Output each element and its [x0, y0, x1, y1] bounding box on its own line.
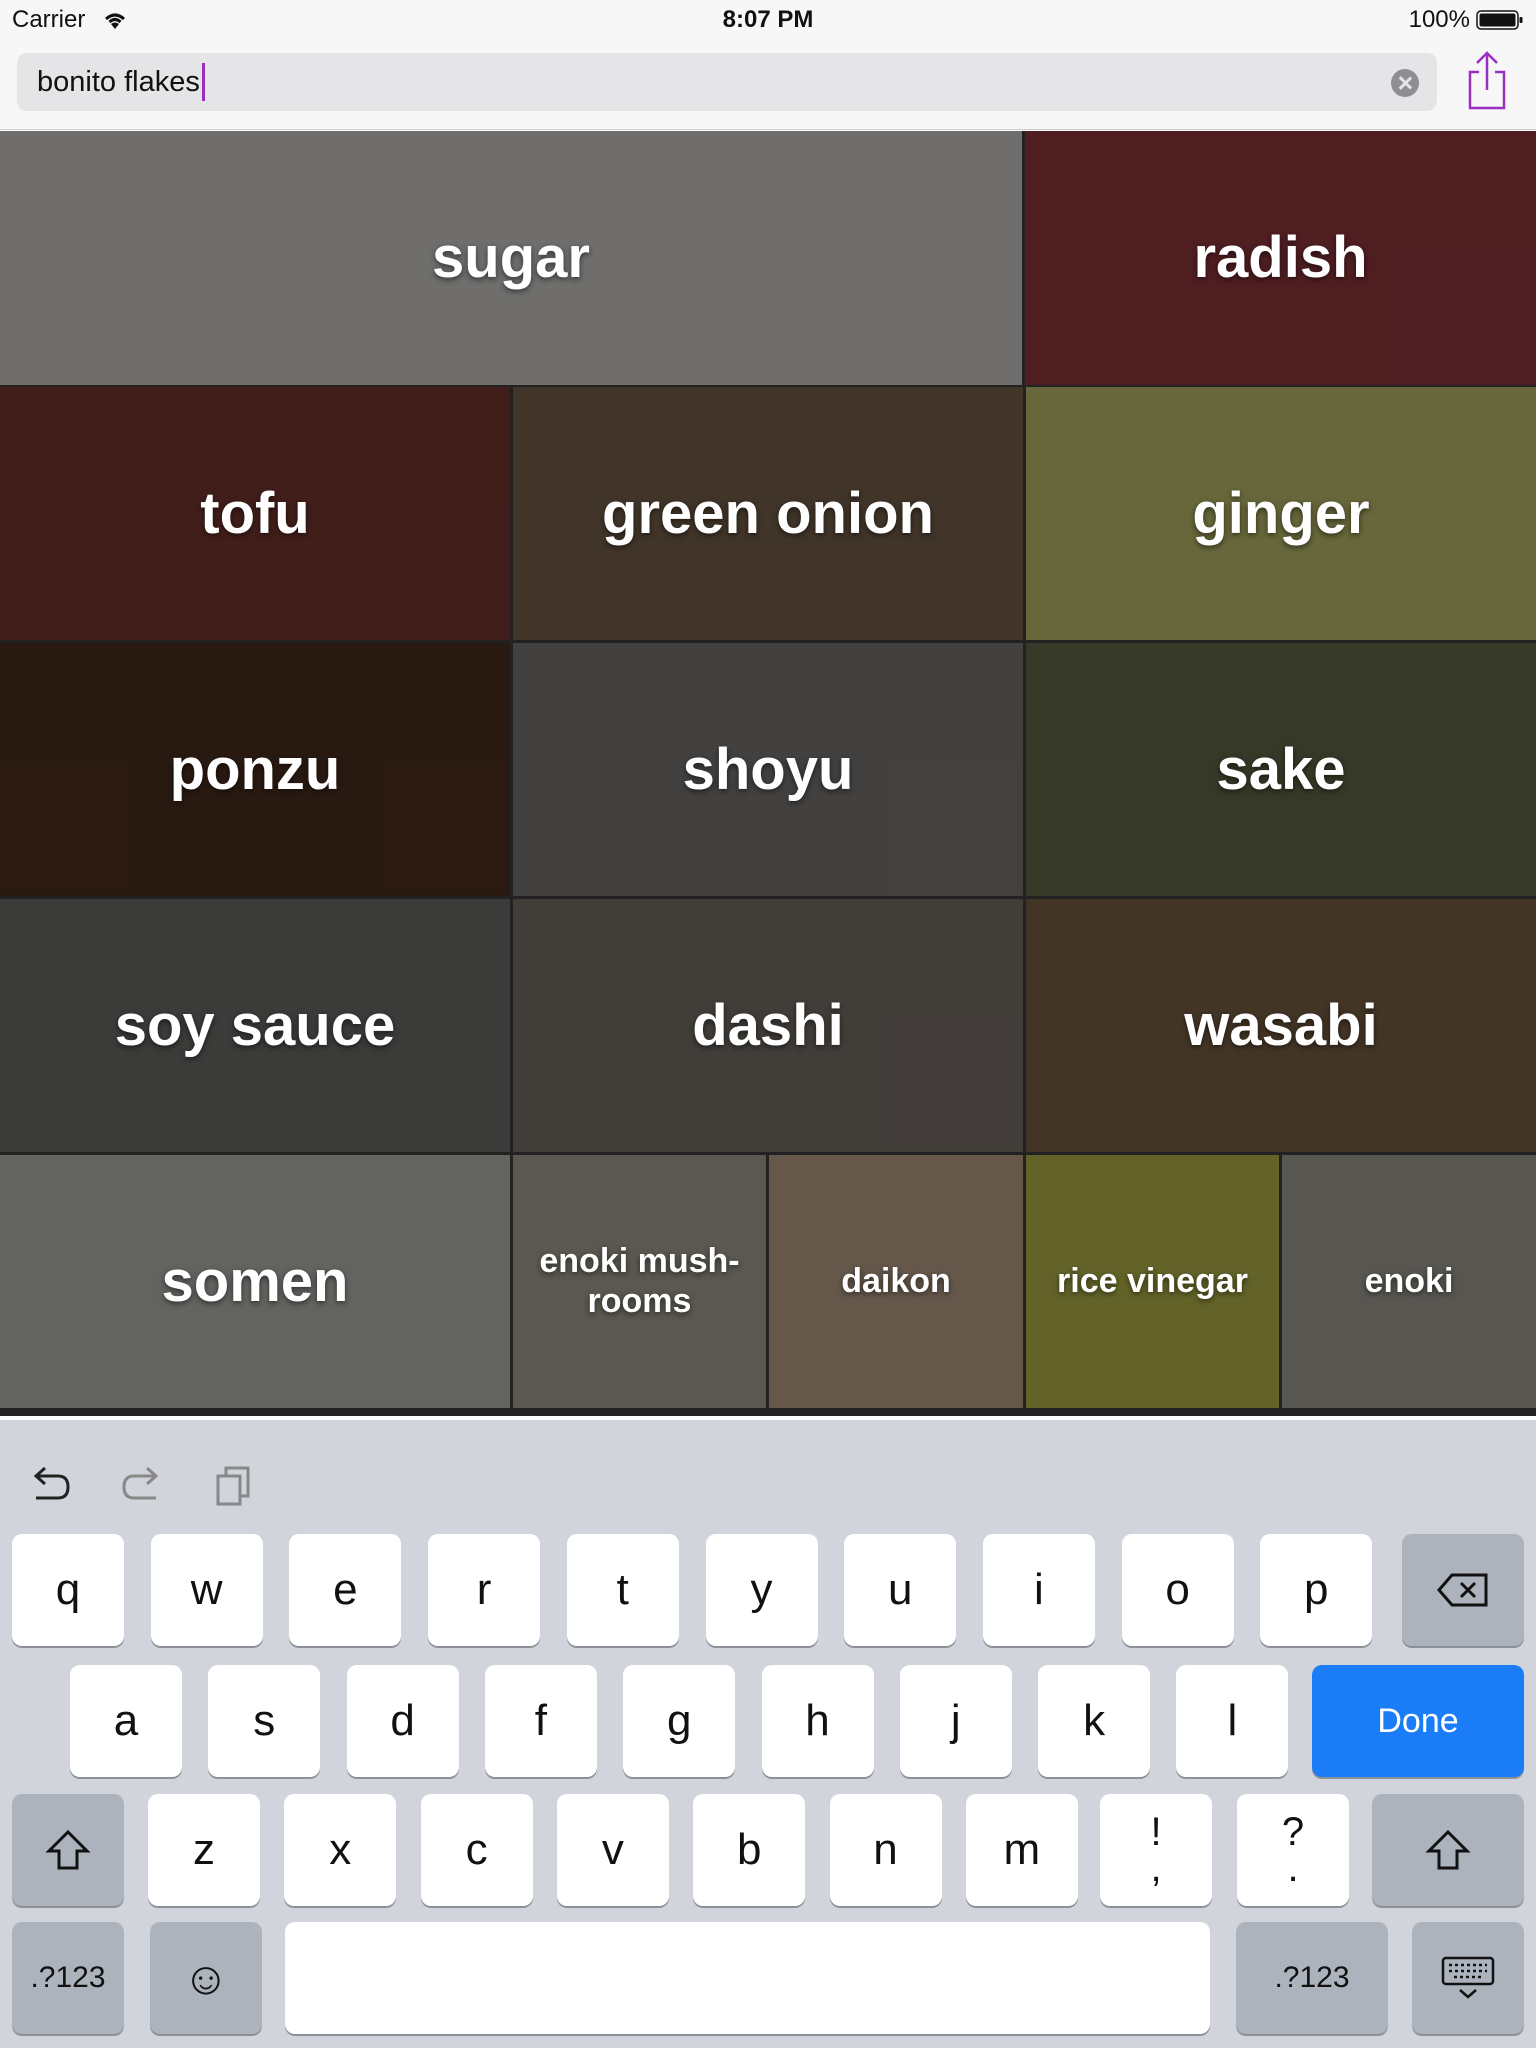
tile-label: daikon: [841, 1261, 951, 1300]
key-g[interactable]: g: [623, 1665, 736, 1777]
numbers-key-left[interactable]: .?123: [12, 1922, 124, 2034]
tile-label: wasabi: [1184, 992, 1378, 1058]
status-bar: Carrier 8:07 PM 100%: [0, 0, 1536, 40]
search-field[interactable]: [17, 53, 1437, 111]
ingredient-grid: sugar radish tofu green onion ginger pon…: [0, 131, 1536, 1416]
key-b[interactable]: b: [693, 1794, 806, 1906]
key-glyph-top: !: [1150, 1810, 1162, 1854]
done-button[interactable]: Done: [1312, 1665, 1524, 1777]
keyboard: qwertyuiop asdfghjkl zxcvbnm Done ! , ? …: [0, 1420, 1536, 2048]
shift-key-right[interactable]: [1372, 1794, 1524, 1906]
emoji-key[interactable]: ☺: [150, 1922, 262, 2034]
tile-dashi[interactable]: dashi: [513, 899, 1023, 1152]
emoji-icon: ☺: [182, 1952, 230, 2004]
tile-ginger[interactable]: ginger: [1026, 387, 1536, 640]
tile-label: sake: [1216, 736, 1346, 802]
key-e[interactable]: e: [289, 1534, 402, 1646]
key-r[interactable]: r: [428, 1534, 541, 1646]
key-q[interactable]: q: [12, 1534, 124, 1646]
key-w[interactable]: w: [150, 1534, 263, 1646]
key-glyph-bottom: ,: [1150, 1846, 1162, 1890]
tile-shoyu[interactable]: shoyu: [513, 643, 1023, 896]
text-cursor: [201, 63, 205, 101]
tile-label: radish: [1193, 225, 1368, 290]
key-c[interactable]: c: [420, 1794, 533, 1906]
tile-green-onion[interactable]: green onion: [513, 387, 1023, 640]
delete-key[interactable]: [1402, 1534, 1524, 1646]
key-z[interactable]: z: [148, 1794, 260, 1906]
tile-label: tofu: [200, 480, 310, 546]
tile-label: ginger: [1192, 480, 1370, 546]
key-m[interactable]: m: [965, 1794, 1078, 1906]
key-i[interactable]: i: [982, 1534, 1095, 1646]
tile-label: rice vinegar: [1057, 1261, 1248, 1300]
key-u[interactable]: u: [844, 1534, 957, 1646]
battery-percent: 100%: [1408, 6, 1470, 33]
shift-key-left[interactable]: [12, 1794, 124, 1906]
key-k[interactable]: k: [1038, 1665, 1151, 1777]
share-icon[interactable]: [1462, 50, 1512, 112]
numbers-key-right[interactable]: .?123: [1236, 1922, 1388, 2034]
tile-tofu[interactable]: tofu: [0, 387, 510, 640]
key-l[interactable]: l: [1176, 1665, 1289, 1777]
clear-icon[interactable]: [1391, 69, 1419, 97]
paste-icon[interactable]: [210, 1460, 262, 1512]
tile-label: dashi: [692, 992, 844, 1058]
keyboard-hide-icon: [1441, 1956, 1495, 1999]
key-glyph-bottom: .: [1287, 1846, 1299, 1890]
hide-keyboard-key[interactable]: [1412, 1922, 1524, 2034]
key-s[interactable]: s: [208, 1665, 321, 1777]
key-a[interactable]: a: [70, 1665, 182, 1777]
key-p[interactable]: p: [1260, 1534, 1373, 1646]
shift-icon: [45, 1829, 91, 1870]
clock: 8:07 PM: [722, 6, 814, 33]
search-toolbar: [0, 40, 1536, 130]
tile-label: enoki: [1364, 1261, 1454, 1300]
tile-label: somen: [161, 1248, 349, 1314]
tile-label: shoyu: [682, 736, 854, 802]
key-y[interactable]: y: [705, 1534, 818, 1646]
key-question-period[interactable]: ? .: [1237, 1794, 1349, 1906]
tile-label: soy sauce: [114, 992, 396, 1058]
key-n[interactable]: n: [829, 1794, 942, 1906]
tile-soy-sauce[interactable]: soy sauce: [0, 899, 510, 1152]
undo-icon[interactable]: [24, 1460, 76, 1512]
tile-somen[interactable]: somen: [0, 1155, 510, 1408]
tile-label: enoki mush- rooms: [539, 1242, 740, 1320]
tile-label: ponzu: [169, 736, 341, 802]
key-v[interactable]: v: [556, 1794, 669, 1906]
battery-icon: [1476, 10, 1523, 30]
key-f[interactable]: f: [484, 1665, 597, 1777]
shift-icon: [1425, 1829, 1471, 1870]
tile-enoki[interactable]: enoki: [1282, 1155, 1536, 1408]
delete-icon: [1437, 1573, 1488, 1607]
tile-daikon[interactable]: daikon: [769, 1155, 1023, 1408]
tile-label: sugar: [432, 225, 590, 290]
key-j[interactable]: j: [899, 1665, 1012, 1777]
tile-rice-vinegar[interactable]: rice vinegar: [1026, 1155, 1279, 1408]
redo-icon[interactable]: [116, 1460, 168, 1512]
tile-sake[interactable]: sake: [1026, 643, 1536, 896]
tile-radish[interactable]: radish: [1025, 131, 1536, 385]
tile-sugar[interactable]: sugar: [0, 131, 1022, 385]
tile-enoki-mushrooms[interactable]: enoki mush- rooms: [513, 1155, 766, 1408]
tile-ponzu[interactable]: ponzu: [0, 643, 510, 896]
tile-label: green onion: [602, 480, 934, 546]
key-h[interactable]: h: [761, 1665, 874, 1777]
search-input[interactable]: [37, 61, 1337, 103]
key-o[interactable]: o: [1121, 1534, 1234, 1646]
tile-wasabi[interactable]: wasabi: [1026, 899, 1536, 1152]
key-glyph-top: ?: [1281, 1810, 1305, 1854]
space-bar[interactable]: [285, 1922, 1210, 2034]
key-t[interactable]: t: [566, 1534, 679, 1646]
key-exclaim-comma[interactable]: ! ,: [1100, 1794, 1212, 1906]
key-d[interactable]: d: [346, 1665, 459, 1777]
key-x[interactable]: x: [284, 1794, 397, 1906]
